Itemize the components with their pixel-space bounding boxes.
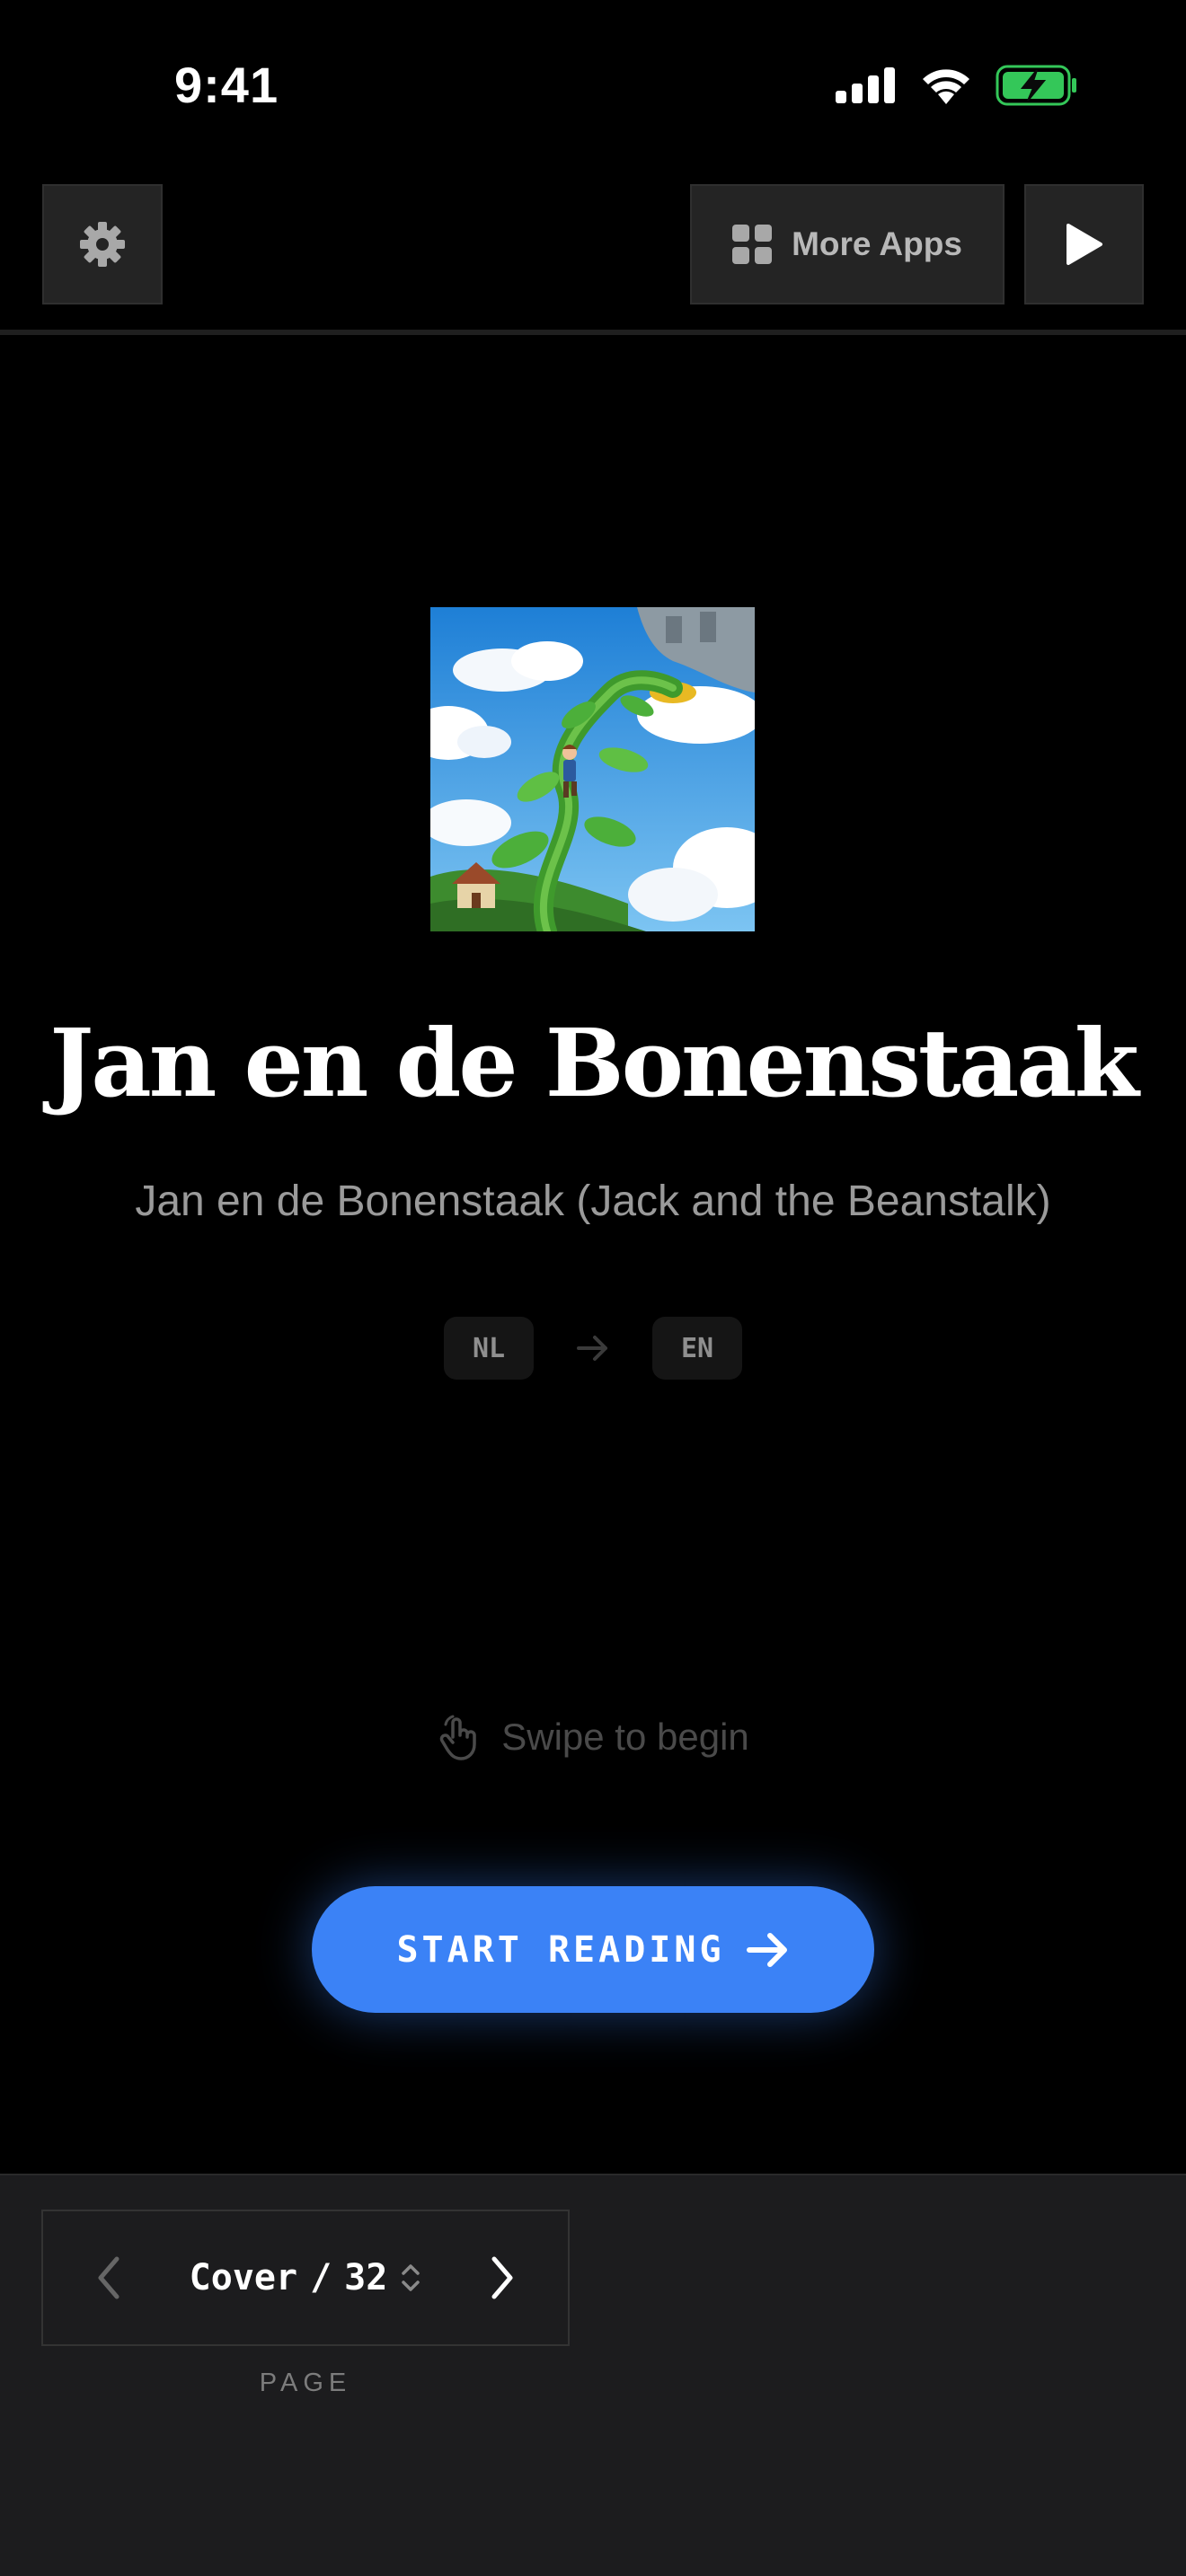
arrow-right-icon: [577, 1336, 607, 1361]
start-reading-button[interactable]: START READING: [312, 1886, 874, 2013]
play-button[interactable]: [1024, 184, 1144, 304]
top-toolbar: More Apps: [0, 184, 1186, 310]
page-select[interactable]: Cover / 32: [190, 2257, 422, 2298]
grid-icon: [732, 225, 773, 264]
swipe-hint: Swipe to begin: [0, 1714, 1186, 1760]
settings-button[interactable]: [42, 184, 163, 304]
language-pair: NL EN: [0, 1317, 1186, 1380]
more-apps-label: More Apps: [792, 225, 962, 262]
gear-icon: [80, 222, 125, 267]
swipe-hint-text: Swipe to begin: [501, 1716, 749, 1758]
wifi-icon: [923, 69, 969, 104]
total-pages: 32: [344, 2257, 388, 2298]
current-page: Cover: [189, 2257, 298, 2298]
arrow-right-icon: [746, 1932, 787, 1967]
play-icon: [1066, 224, 1102, 265]
target-language-badge: EN: [652, 1317, 742, 1380]
status-bar: 9:41: [0, 0, 1186, 171]
book-title: Jan en de Bonenstaak: [49, 1008, 1139, 1118]
source-language-badge: NL: [444, 1317, 534, 1380]
bottom-panel: Cover / 32 PAGE: [0, 2174, 1186, 2576]
toolbar-divider: [0, 330, 1186, 335]
chevron-right-icon[interactable]: [489, 2255, 516, 2300]
chevron-updown-icon: [402, 2264, 420, 2291]
hand-swipe-icon: [439, 1715, 476, 1760]
status-time: 9:41: [174, 57, 279, 113]
battery-charging-icon: [996, 65, 1076, 106]
page-label: PAGE: [259, 2369, 352, 2397]
start-reading-label: START READING: [396, 1928, 725, 1971]
status-icons: [836, 65, 1078, 106]
book-subtitle: Jan en de Bonenstaak (Jack and the Beans…: [135, 1178, 1051, 1225]
page-separator: /: [310, 2257, 332, 2298]
chevron-left-icon[interactable]: [95, 2255, 122, 2300]
cover-illustration: [430, 607, 755, 931]
signal-icon: [836, 67, 895, 103]
page-navigator: Cover / 32: [41, 2210, 570, 2346]
more-apps-button[interactable]: More Apps: [690, 184, 1005, 304]
